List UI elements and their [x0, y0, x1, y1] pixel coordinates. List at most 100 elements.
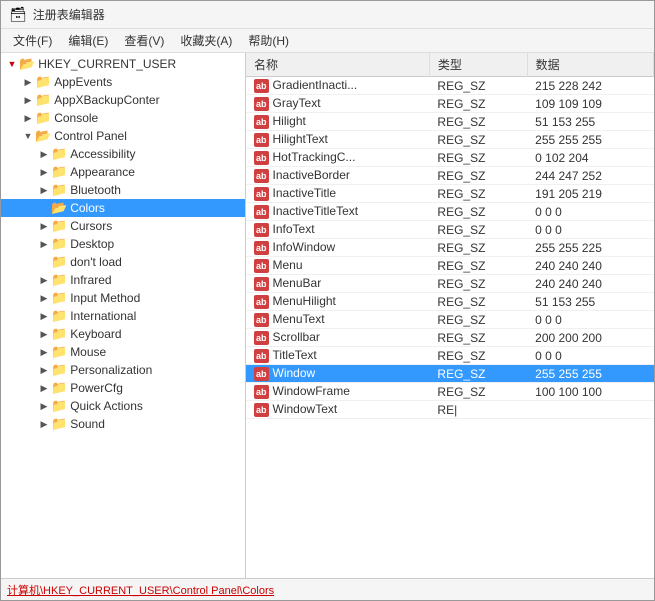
registry-table-container[interactable]: 名称类型数据 abGradientInacti...REG_SZ215 228 … — [246, 53, 654, 578]
table-row[interactable]: abMenuHilightREG_SZ51 153 255 — [246, 293, 654, 311]
table-row[interactable]: abTitleTextREG_SZ0 0 0 — [246, 347, 654, 365]
tree-label: Control Panel — [54, 129, 127, 143]
cell-type: REG_SZ — [429, 257, 527, 275]
table-row[interactable]: abHilightREG_SZ51 153 255 — [246, 113, 654, 131]
cell-data: 255 255 225 — [527, 239, 653, 257]
registry-editor-window: 🗃 注册表编辑器 文件(F)编辑(E)查看(V)收藏夹(A)帮助(H) ▼📂HK… — [0, 0, 655, 601]
table-row[interactable]: abScrollbarREG_SZ200 200 200 — [246, 329, 654, 347]
table-row[interactable]: abInactiveTitleREG_SZ191 205 219 — [246, 185, 654, 203]
table-row[interactable]: abInfoWindowREG_SZ255 255 225 — [246, 239, 654, 257]
tree-item-appevents[interactable]: ▶📁AppEvents — [1, 73, 245, 91]
table-row[interactable]: abMenuTextREG_SZ0 0 0 — [246, 311, 654, 329]
ab-icon: ab — [254, 403, 269, 417]
folder-icon: 📁 — [51, 344, 67, 360]
tree-label: Infrared — [70, 273, 111, 287]
ab-icon: ab — [254, 169, 269, 183]
cell-name: abHotTrackingC... — [246, 149, 429, 167]
tree-toggle[interactable]: ▶ — [37, 327, 51, 341]
title-bar: 🗃 注册表编辑器 — [1, 1, 654, 29]
table-row[interactable]: abInfoTextREG_SZ0 0 0 — [246, 221, 654, 239]
menu-item-h[interactable]: 帮助(H) — [240, 30, 297, 51]
table-row[interactable]: abMenuREG_SZ240 240 240 — [246, 257, 654, 275]
tree-item-controlpanel[interactable]: ▼📂Control Panel — [1, 127, 245, 145]
tree-item-colors[interactable]: ▶📂Colors — [1, 199, 245, 217]
tree-item-appxbackup[interactable]: ▶📁AppXBackupConter — [1, 91, 245, 109]
tree-item-sound[interactable]: ▶📁Sound — [1, 415, 245, 433]
tree-item-cursors[interactable]: ▶📁Cursors — [1, 217, 245, 235]
tree-toggle[interactable]: ▶ — [37, 291, 51, 305]
cell-name: abMenuHilight — [246, 293, 429, 311]
table-row[interactable]: abGradientInacti...REG_SZ215 228 242 — [246, 77, 654, 95]
ab-icon: ab — [254, 367, 269, 381]
tree-item-infrared[interactable]: ▶📁Infrared — [1, 271, 245, 289]
ab-icon: ab — [254, 97, 269, 111]
window-title: 注册表编辑器 — [33, 6, 105, 23]
tree-item-personalization[interactable]: ▶📁Personalization — [1, 361, 245, 379]
tree-toggle[interactable]: ▶ — [37, 237, 51, 251]
table-row[interactable]: abInactiveTitleTextREG_SZ0 0 0 — [246, 203, 654, 221]
menu-item-e[interactable]: 编辑(E) — [60, 30, 116, 51]
cell-type: REG_SZ — [429, 239, 527, 257]
tree-toggle[interactable]: ▶ — [21, 111, 35, 125]
table-row[interactable]: abWindowREG_SZ255 255 255 — [246, 365, 654, 383]
tree-item-mouse[interactable]: ▶📁Mouse — [1, 343, 245, 361]
tree-item-inputmethod[interactable]: ▶📁Input Method — [1, 289, 245, 307]
tree-toggle[interactable]: ▶ — [37, 183, 51, 197]
menu-item-a[interactable]: 收藏夹(A) — [172, 30, 240, 51]
tree-toggle[interactable]: ▶ — [37, 309, 51, 323]
ab-icon: ab — [254, 385, 269, 399]
cell-name: abInfoWindow — [246, 239, 429, 257]
table-row[interactable]: abHilightTextREG_SZ255 255 255 — [246, 131, 654, 149]
tree-toggle[interactable]: ▶ — [37, 345, 51, 359]
tree-toggle[interactable]: ▶ — [37, 219, 51, 233]
tree-item-quickactions[interactable]: ▶📁Quick Actions — [1, 397, 245, 415]
tree-toggle[interactable]: ▼ — [21, 129, 35, 143]
tree-toggle[interactable]: ▼ — [5, 57, 19, 71]
tree-label: AppEvents — [54, 75, 112, 89]
cell-type: REG_SZ — [429, 167, 527, 185]
tree-toggle[interactable]: ▶ — [37, 417, 51, 431]
menu-item-v[interactable]: 查看(V) — [116, 30, 172, 51]
folder-icon: 📁 — [51, 182, 67, 198]
tree-item-appearance[interactable]: ▶📁Appearance — [1, 163, 245, 181]
col-header-数据[interactable]: 数据 — [527, 53, 653, 77]
tree-toggle[interactable]: ▶ — [37, 273, 51, 287]
tree-item-bluetooth[interactable]: ▶📁Bluetooth — [1, 181, 245, 199]
table-row[interactable]: abInactiveBorderREG_SZ244 247 252 — [246, 167, 654, 185]
tree-toggle[interactable]: ▶ — [37, 399, 51, 413]
table-row[interactable]: abMenuBarREG_SZ240 240 240 — [246, 275, 654, 293]
cell-data: 51 153 255 — [527, 113, 653, 131]
tree-toggle[interactable]: ▶ — [21, 75, 35, 89]
tree-item-desktop[interactable]: ▶📁Desktop — [1, 235, 245, 253]
cell-type: REG_SZ — [429, 329, 527, 347]
tree-item-international[interactable]: ▶📁International — [1, 307, 245, 325]
tree-item-powercfg[interactable]: ▶📁PowerCfg — [1, 379, 245, 397]
tree-label: Accessibility — [70, 147, 135, 161]
tree-toggle[interactable]: ▶ — [37, 381, 51, 395]
cell-data: 100 100 100 — [527, 383, 653, 401]
table-row[interactable]: abWindowTextRE| — [246, 401, 654, 419]
cell-type: REG_SZ — [429, 131, 527, 149]
table-row[interactable]: abWindowFrameREG_SZ100 100 100 — [246, 383, 654, 401]
folder-icon: 📂 — [19, 56, 35, 72]
tree-item-dontload[interactable]: ▶📁don't load — [1, 253, 245, 271]
table-row[interactable]: abHotTrackingC...REG_SZ0 102 204 — [246, 149, 654, 167]
cell-name: abInactiveTitle — [246, 185, 429, 203]
tree-panel[interactable]: ▼📂HKEY_CURRENT_USER▶📁AppEvents▶📁AppXBack… — [1, 53, 246, 578]
tree-toggle[interactable]: ▶ — [21, 93, 35, 107]
tree-toggle[interactable]: ▶ — [37, 165, 51, 179]
tree-item-accessibility[interactable]: ▶📁Accessibility — [1, 145, 245, 163]
cell-type: REG_SZ — [429, 311, 527, 329]
table-row[interactable]: abGrayTextREG_SZ109 109 109 — [246, 95, 654, 113]
tree-toggle[interactable]: ▶ — [37, 147, 51, 161]
cell-data: 215 228 242 — [527, 77, 653, 95]
tree-item-console[interactable]: ▶📁Console — [1, 109, 245, 127]
col-header-类型[interactable]: 类型 — [429, 53, 527, 77]
tree-item-keyboard[interactable]: ▶📁Keyboard — [1, 325, 245, 343]
cell-data: 51 153 255 — [527, 293, 653, 311]
tree-toggle[interactable]: ▶ — [37, 363, 51, 377]
tree-label: Colors — [70, 201, 105, 215]
menu-item-f[interactable]: 文件(F) — [5, 30, 60, 51]
tree-item-hkcu[interactable]: ▼📂HKEY_CURRENT_USER — [1, 55, 245, 73]
col-header-名称[interactable]: 名称 — [246, 53, 429, 77]
